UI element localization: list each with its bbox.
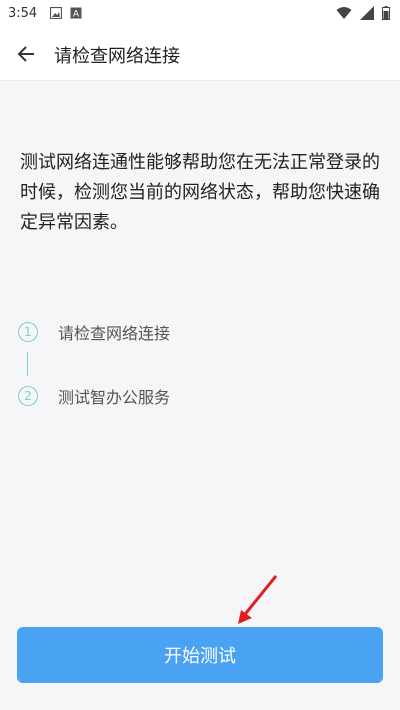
arrow-left-icon	[17, 46, 34, 62]
status-time: 3:54	[8, 6, 38, 21]
steps-list: 1 请检查网络连接 2 测试智办公服务	[18, 320, 170, 408]
step-connector-line	[27, 352, 28, 376]
image-icon	[50, 7, 62, 19]
page-title: 请检查网络连接	[54, 46, 180, 67]
battery-icon	[382, 6, 390, 20]
step-label: 请检查网络连接	[58, 324, 171, 343]
step-number-circle: 2	[18, 386, 38, 406]
red-arrow-annotation	[238, 575, 278, 624]
status-right-icons	[336, 6, 390, 20]
step-label: 测试智办公服务	[58, 388, 171, 407]
step-item-2: 2 测试智办公服务	[18, 384, 170, 408]
back-button[interactable]	[10, 38, 42, 70]
wifi-icon	[336, 7, 352, 19]
step-number-circle: 1	[18, 322, 38, 342]
status-left-icons: A	[50, 7, 82, 19]
description-text: 测试网络连通性能够帮助您在无法正常登录的时候，检测您当前的网络状态，帮助您快速确…	[20, 152, 380, 233]
app-bar: 请检查网络连接	[0, 28, 400, 81]
start-test-button[interactable]: 开始测试	[17, 627, 383, 683]
a-icon: A	[70, 7, 82, 19]
step-item-1: 1 请检查网络连接	[18, 320, 170, 344]
signal-icon	[360, 6, 374, 20]
status-bar: 3:54 A	[0, 0, 400, 28]
svg-text:A: A	[73, 10, 80, 20]
